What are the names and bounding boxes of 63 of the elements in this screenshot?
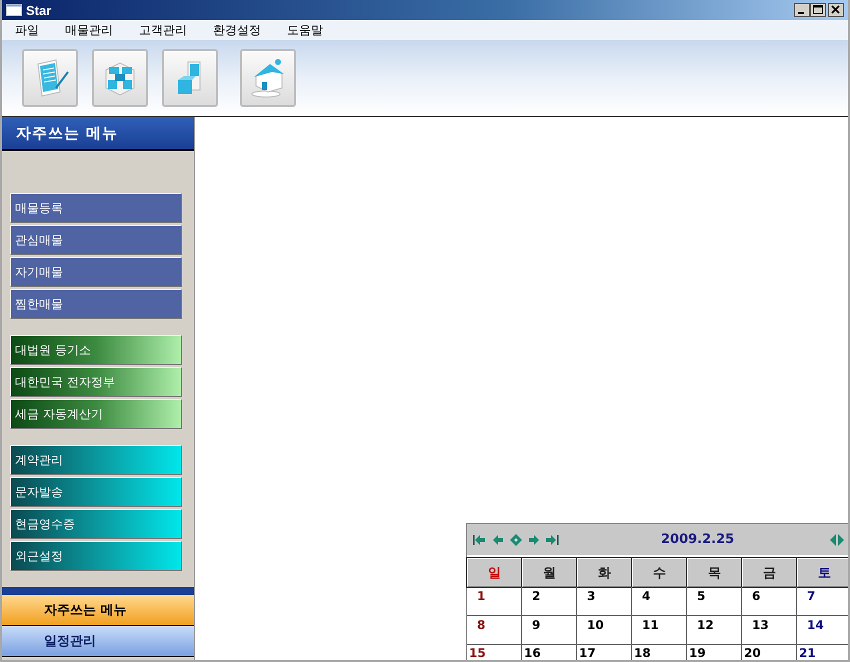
day-cell[interactable]: 9: [522, 616, 577, 645]
sidebar-button[interactable]: 관심매물: [10, 225, 182, 255]
day-cell[interactable]: 1: [467, 587, 522, 616]
left-right-arrows-icon[interactable]: [829, 534, 845, 546]
sidebar-button[interactable]: 대법원 등기소: [10, 335, 182, 365]
weekday-header: 금: [742, 558, 797, 587]
sidebar-tab[interactable]: 일정관리: [2, 626, 194, 657]
toolbar-button[interactable]: [240, 49, 296, 107]
sidebar-header: 자주쓰는 메뉴: [2, 117, 194, 151]
first-icon[interactable]: [473, 534, 486, 546]
window-icon: [6, 4, 22, 16]
day-cell[interactable]: 21: [797, 645, 848, 660]
day-cell[interactable]: 3: [577, 587, 632, 616]
calendar-date: 2009.2.25: [661, 532, 734, 547]
menu-item[interactable]: 고객관리: [132, 22, 194, 38]
day-cell[interactable]: 6: [742, 587, 797, 616]
next-icon[interactable]: [528, 534, 540, 546]
menu-item[interactable]: 파일: [8, 22, 46, 38]
sidebar-button[interactable]: 매물등록: [10, 193, 182, 223]
close-icon[interactable]: [828, 3, 844, 17]
day-cell[interactable]: 20: [742, 645, 797, 660]
weekday-header: 일: [467, 558, 522, 587]
day-cell[interactable]: 7: [797, 587, 848, 616]
sidebar-button[interactable]: 자기매물: [10, 257, 182, 287]
menu-item[interactable]: 환경설정: [206, 22, 268, 38]
day-cell[interactable]: 19: [687, 645, 742, 660]
window-title: Star: [26, 2, 52, 18]
day-cell[interactable]: 16: [522, 645, 577, 660]
toolbar-button[interactable]: [22, 49, 78, 107]
sidebar-button[interactable]: 세금 자동계산기: [10, 399, 182, 429]
previous-icon[interactable]: [492, 534, 504, 546]
day-cell[interactable]: 12: [687, 616, 742, 645]
sidebar-button[interactable]: 문자발송: [10, 477, 182, 507]
day-cell[interactable]: 18: [632, 645, 687, 660]
day-cell[interactable]: 2: [522, 587, 577, 616]
sidebar-button[interactable]: 대한민국 전자정부: [10, 367, 182, 397]
day-cell[interactable]: 17: [577, 645, 632, 660]
day-cell[interactable]: 13: [742, 616, 797, 645]
weekday-header: 화: [577, 558, 632, 587]
day-cell[interactable]: 5: [687, 587, 742, 616]
day-cell[interactable]: 10: [577, 616, 632, 645]
sidebar-tab[interactable]: 자주쓰는 메뉴: [2, 595, 194, 626]
day-cell[interactable]: 4: [632, 587, 687, 616]
menu-item[interactable]: 매물관리: [58, 22, 120, 38]
weekday-header: 토: [797, 558, 848, 587]
day-cell[interactable]: 14: [797, 616, 848, 645]
maximize-icon[interactable]: [810, 3, 826, 17]
weekday-header: 월: [522, 558, 577, 587]
last-icon[interactable]: [546, 534, 559, 546]
today-icon[interactable]: [510, 534, 522, 546]
menu-item[interactable]: 도움말: [280, 22, 330, 38]
toolbar-button[interactable]: [162, 49, 218, 107]
sidebar-button[interactable]: 계약관리: [10, 445, 182, 475]
weekday-header: 목: [687, 558, 742, 587]
sidebar-button[interactable]: 외근설정: [10, 541, 182, 571]
weekday-header: 수: [632, 558, 687, 587]
sidebar-button[interactable]: 현금영수증: [10, 509, 182, 539]
day-cell[interactable]: 8: [467, 616, 522, 645]
minimize-icon[interactable]: [794, 3, 810, 17]
sidebar-button[interactable]: 찜한매물: [10, 289, 182, 319]
day-cell[interactable]: 15: [467, 645, 522, 660]
toolbar-button[interactable]: [92, 49, 148, 107]
day-cell[interactable]: 11: [632, 616, 687, 645]
